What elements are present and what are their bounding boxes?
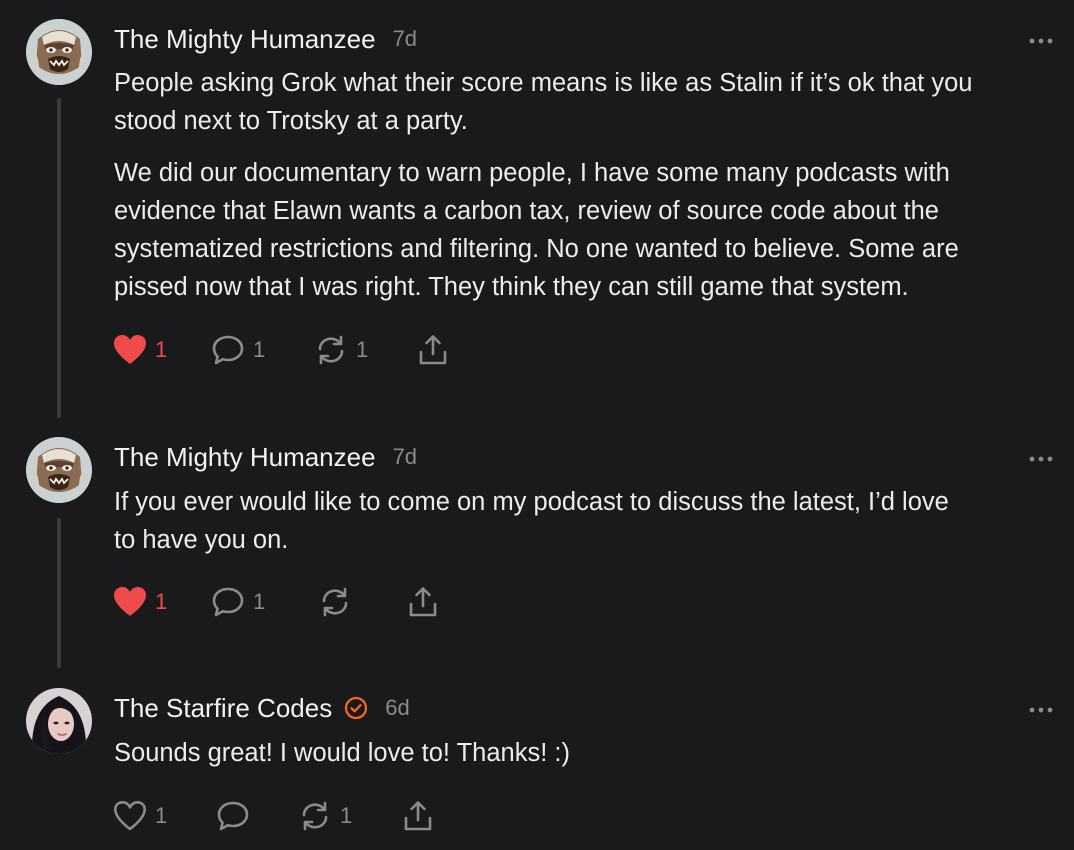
author-name[interactable]: The Starfire Codes [114,693,332,724]
comment-line: evidence that Elawn wants a carbon tax, … [114,197,939,225]
comment-paragraph: We did our documentary to warn people, I… [114,154,1064,306]
comment-line: pissed now that I was right. They think … [114,273,909,301]
comment-body: Sounds great! I would love to! Thanks! :… [114,734,1064,786]
speech-bubble-icon [217,801,249,831]
share-button[interactable] [406,582,440,622]
reply-count: 1 [253,337,266,362]
comment-line: Sounds great! I would love to! Thanks! :… [114,739,570,767]
comment-line: systematized restrictions and filtering.… [114,235,959,263]
share-icon [409,587,437,617]
author-avatar[interactable] [26,19,92,85]
comment-paragraph: Sounds great! I would love to! Thanks! :… [114,734,1064,772]
timestamp[interactable]: 7d [393,444,417,470]
restack-button[interactable]: 1 [314,330,368,370]
like-count: 1 [155,803,168,828]
restack-arrows-icon [318,335,344,365]
like-count: 1 [155,337,168,362]
reply-button[interactable]: 1 [211,582,265,622]
like-button[interactable]: 1 [113,330,167,370]
reply-button[interactable] [216,796,258,836]
restack-count: 1 [356,337,369,362]
thread-line [57,98,61,418]
more-dots-icon[interactable] [1028,33,1054,44]
comment-header: The Starfire Codes 6d [114,689,410,727]
share-icon [419,335,447,365]
comment-body: People asking Grok what their score mean… [114,64,1064,320]
comment-line: We did our documentary to warn people, I… [114,159,950,187]
thread-line [57,518,61,668]
reply-count: 1 [253,589,266,614]
verified-check-icon [345,696,368,720]
author-avatar[interactable] [26,437,92,503]
comment-line: stood next to Trotsky at a party. [114,107,468,135]
author-avatar[interactable] [26,688,92,754]
restack-arrows-icon [322,587,348,617]
speech-bubble-icon [212,335,244,365]
more-dots-icon[interactable] [1028,702,1054,713]
heart-icon [114,587,146,616]
comment-paragraph: If you ever would like to come on my pod… [114,483,1064,559]
reply-button[interactable]: 1 [211,330,265,370]
comment-paragraph: People asking Grok what their score mean… [114,64,1064,140]
comment-line: People asking Grok what their score mean… [114,69,973,97]
restack-button[interactable]: 1 [298,796,352,836]
share-button[interactable] [401,796,435,836]
like-button[interactable]: 1 [113,796,167,836]
heart-icon [114,801,146,831]
more-dots-icon[interactable] [1028,451,1054,462]
comment-line: If you ever would like to come on my pod… [114,488,949,516]
like-button[interactable]: 1 [113,582,167,622]
share-icon [404,801,432,831]
timestamp[interactable]: 7d [393,26,417,52]
comment-header: The Mighty Humanzee 7d [114,438,417,476]
restack-button[interactable] [318,582,360,622]
like-count: 1 [155,589,168,614]
author-name[interactable]: The Mighty Humanzee [114,442,376,473]
share-button[interactable] [416,330,450,370]
heart-icon [114,335,146,364]
comment-body: If you ever would like to come on my pod… [114,483,1064,573]
comment-line: to have you on. [114,526,289,554]
speech-bubble-icon [212,587,244,617]
restack-arrows-icon [302,801,328,831]
restack-count: 1 [340,803,353,828]
timestamp[interactable]: 6d [385,695,409,721]
comment-header: The Mighty Humanzee 7d [114,20,417,58]
author-name[interactable]: The Mighty Humanzee [114,24,376,55]
